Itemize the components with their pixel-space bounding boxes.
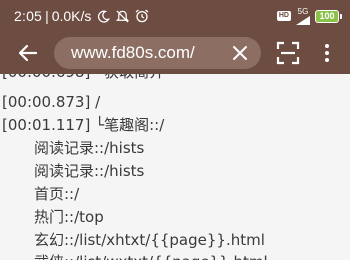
status-bar: 2:05 | 0.0K/s HD 5G 100 <box>0 0 350 32</box>
log-line: [00:00.698] └获取简介 <box>2 74 164 83</box>
log-content: [00:00.698] └获取简介 [00:00.873] / [00:01.1… <box>0 74 350 260</box>
log-line: [00:00.873] / <box>2 93 101 111</box>
hd-badge: HD <box>276 11 291 21</box>
network-type: 5G <box>297 6 309 16</box>
log-line: 首页::/ <box>34 185 80 203</box>
network-indicator: 5G <box>296 6 310 25</box>
log-line: 阅读记录::/hists <box>34 139 145 157</box>
url-text[interactable]: www.fd80s.com/ <box>71 43 231 63</box>
status-right: HD 5G 100 <box>276 6 342 25</box>
more-menu-icon[interactable] <box>323 42 331 64</box>
signal-icon <box>296 15 310 25</box>
status-icons <box>97 9 149 23</box>
log-line: [00:01.117] └笔趣阁::/ <box>2 116 165 134</box>
log-line: 武侠::/list/wxtxt/{{page}}.html <box>34 251 268 260</box>
network-speed: 0.0K/s <box>51 8 92 24</box>
log-line: 玄幻::/list/xhtxt/{{page}}.html <box>34 231 265 249</box>
battery-level: 100 <box>315 9 339 23</box>
moon-icon <box>98 10 111 23</box>
alarm-icon <box>135 9 149 23</box>
scan-icon[interactable] <box>275 40 301 66</box>
address-bar[interactable]: www.fd80s.com/ <box>54 37 261 69</box>
log-line: 热门::/top <box>34 208 104 226</box>
log-line: 阅读记录::/hists <box>34 162 145 180</box>
battery-tip <box>340 13 342 19</box>
clear-icon[interactable] <box>231 44 249 62</box>
notifications-off-icon <box>116 9 130 23</box>
status-separator: | <box>45 8 49 24</box>
browser-toolbar: www.fd80s.com/ <box>0 32 350 74</box>
back-arrow-icon[interactable] <box>16 41 40 65</box>
status-time: 2:05 <box>14 8 43 24</box>
battery-indicator: 100 <box>315 9 342 23</box>
